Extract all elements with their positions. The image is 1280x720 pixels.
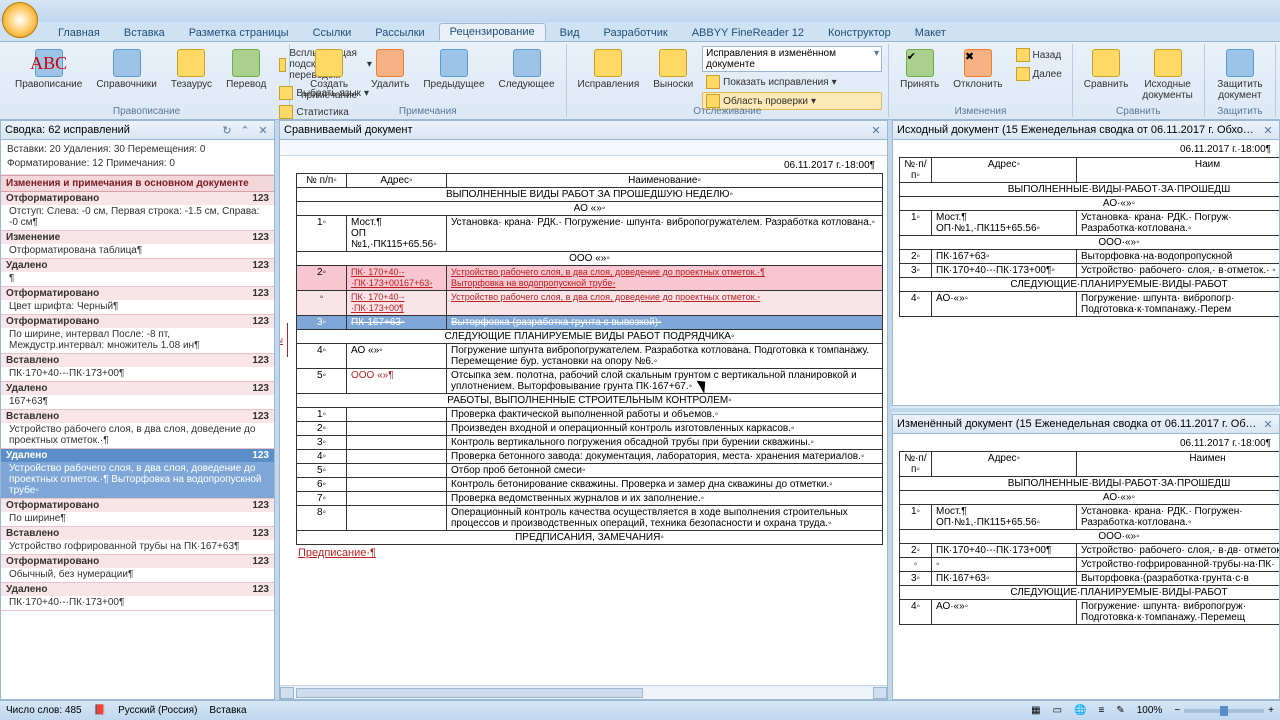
ribbon-tabs: ГлавнаяВставкаРазметка страницыСсылкиРас…: [0, 22, 1280, 42]
revision-item[interactable]: Отформатировано123Отступ: Слева: -0 см, …: [1, 192, 274, 231]
ribbon-tab[interactable]: Рецензирование: [439, 23, 546, 41]
changed-document-pane: Изменённый документ (15 Еженедельная сво…: [892, 414, 1280, 700]
doc-footer-text: Предписание·¶: [296, 545, 883, 561]
compared-doc-table: № п/п◦Адрес◦Наименование◦ ВЫПОЛНЕННЫЕ ВИ…: [296, 173, 883, 545]
protect-doc-button[interactable]: Защитить документ: [1211, 46, 1269, 104]
zoom-percent[interactable]: 100%: [1137, 705, 1163, 716]
ribbon-tab[interactable]: Макет: [905, 25, 956, 41]
close-pane-icon[interactable]: ✕: [256, 123, 270, 137]
references-button[interactable]: Справочники: [91, 46, 162, 93]
zoom-in-icon[interactable]: +: [1268, 705, 1274, 716]
horizontal-ruler[interactable]: [280, 140, 887, 156]
compared-doc-body[interactable]: 06.11.2017 г.·18:00¶ № п/п◦Адрес◦Наимено…: [280, 156, 887, 685]
revision-item[interactable]: Отформатировано123Обычный, без нумерации…: [1, 555, 274, 583]
collapse-icon[interactable]: ⌃: [238, 123, 252, 137]
language-indicator[interactable]: Русский (Россия): [118, 705, 197, 716]
doc-date: 06.11.2017 г.·18:00¶: [899, 436, 1279, 451]
insert-mode[interactable]: Вставка: [209, 705, 246, 716]
compare-button[interactable]: Сравнить: [1079, 46, 1134, 93]
revision-item[interactable]: Вставлено123Устройство рабочего слоя, в …: [1, 410, 274, 449]
revision-item[interactable]: Отформатировано123По ширине, интервал По…: [1, 315, 274, 354]
source-doc-body[interactable]: 06.11.2017 г.·18:00¶ №·п/п◦Адрес◦Наим ВЫ…: [893, 140, 1279, 405]
view-outline-icon[interactable]: ≡: [1099, 705, 1105, 716]
zoom-slider[interactable]: − +: [1174, 705, 1274, 716]
accept-button[interactable]: ✔Принять: [895, 46, 944, 93]
status-bar: Число слов: 485 📕 Русский (Россия) Встав…: [0, 700, 1280, 720]
view-web-icon[interactable]: 🌐: [1074, 705, 1086, 716]
prev-comment-button[interactable]: Предыдущее: [418, 46, 489, 93]
view-draft-icon[interactable]: ✎: [1116, 705, 1124, 716]
horizontal-scrollbar[interactable]: [280, 685, 887, 699]
display-for-review-dropdown[interactable]: Исправления в изменённом документе: [702, 46, 882, 72]
ribbon-tab[interactable]: Вставка: [114, 25, 175, 41]
ribbon-tab[interactable]: Рассылки: [365, 25, 434, 41]
doc-date: 06.11.2017 г.·18:00¶: [296, 158, 883, 173]
show-source-docs-button[interactable]: Исходные документы: [1137, 46, 1198, 104]
ribbon-tab[interactable]: Вид: [550, 25, 590, 41]
group-tracking-label: Отслеживание: [567, 106, 889, 117]
ribbon-tab[interactable]: Ссылки: [303, 25, 362, 41]
revision-item[interactable]: Отформатировано123Цвет шрифта: Черный¶: [1, 287, 274, 315]
revision-item[interactable]: Удалено123Устройство рабочего слоя, в дв…: [1, 449, 274, 499]
revision-item[interactable]: Изменение123Отформатирована таблица¶: [1, 231, 274, 259]
source-document-pane: Исходный документ (15 Еженедельная сводк…: [892, 120, 1280, 406]
revision-item[interactable]: Удалено123ПК·170+40·-·ПК·173+00¶: [1, 583, 274, 611]
compared-document-pane: Сравниваемый документ ✕ 06.11.2017 г.·18…: [279, 120, 888, 700]
close-pane-icon[interactable]: ✕: [869, 123, 883, 137]
reject-button[interactable]: ✖Отклонить: [948, 46, 1007, 93]
summary-section-header: Изменения и примечания в основном докуме…: [1, 175, 274, 192]
close-pane-icon[interactable]: ✕: [1261, 123, 1275, 137]
changed-doc-title: Изменённый документ (15 Еженедельная сво…: [897, 418, 1257, 430]
delete-comment-button[interactable]: Удалить: [366, 46, 414, 93]
revision-item[interactable]: Удалено123¶: [1, 259, 274, 287]
group-protect-label: Защитить: [1205, 106, 1275, 117]
revision-item[interactable]: Вставлено123ПК·170+40·-·ПК·173+00¶: [1, 354, 274, 382]
new-comment-button[interactable]: Создать примечание: [296, 46, 362, 104]
group-proofing-label: Правописание: [4, 106, 289, 117]
prev-change-button[interactable]: Назад: [1012, 46, 1066, 64]
source-doc-title: Исходный документ (15 Еженедельная сводк…: [897, 124, 1257, 136]
thesaurus-button[interactable]: Тезаурус: [166, 46, 217, 93]
ribbon-tab[interactable]: Конструктор: [818, 25, 901, 41]
window-titlebar: [0, 0, 1280, 22]
reviewing-pane: Сводка: 62 исправлений ↻ ⌃ ✕ Вставки: 20…: [0, 120, 275, 700]
view-full-screen-icon[interactable]: ▭: [1053, 705, 1062, 716]
word-count[interactable]: Число слов: 485: [6, 705, 82, 716]
summary-counts: Вставки: 20 Удаления: 30 Перемещения: 0 …: [1, 140, 274, 175]
show-markup-button[interactable]: Показать исправления▾: [702, 73, 882, 91]
office-orb[interactable]: [2, 2, 38, 38]
ribbon: ABCПравописание Справочники Тезаурус Пер…: [0, 42, 1280, 120]
group-compare-label: Сравнить: [1073, 106, 1204, 117]
reviewing-pane-title: Сводка: 62 исправлений: [5, 124, 216, 136]
refresh-icon[interactable]: ↻: [220, 123, 234, 137]
summary-items-list[interactable]: Отформатировано123Отступ: Слева: -0 см, …: [1, 192, 274, 699]
group-changes-label: Изменения: [889, 106, 1072, 117]
revision-balloon[interactable]: → Устройство гофрированной трубы на ПК·1…: [280, 323, 288, 357]
doc-date: 06.11.2017 г.·18:00¶: [899, 142, 1279, 157]
spellcheck-button[interactable]: ABCПравописание: [10, 46, 87, 93]
revision-item[interactable]: Вставлено123Устройство гофрированной тру…: [1, 527, 274, 555]
compared-doc-title: Сравниваемый документ: [284, 124, 865, 136]
revision-item[interactable]: Отформатировано123По ширине¶: [1, 499, 274, 527]
zoom-out-icon[interactable]: −: [1174, 705, 1180, 716]
ribbon-tab[interactable]: Разработчик: [594, 25, 678, 41]
ribbon-tab[interactable]: ABBYY FineReader 12: [682, 25, 814, 41]
close-pane-icon[interactable]: ✕: [1261, 417, 1275, 431]
next-comment-button[interactable]: Следующее: [494, 46, 560, 93]
changed-doc-body[interactable]: 06.11.2017 г.·18:00¶ №·п/п◦Адрес◦Наимен …: [893, 434, 1279, 699]
track-changes-button[interactable]: Исправления: [573, 46, 645, 93]
ribbon-tab[interactable]: Разметка страницы: [179, 25, 299, 41]
ribbon-tab[interactable]: Главная: [48, 25, 110, 41]
next-change-button[interactable]: Далее: [1012, 65, 1066, 83]
workspace: Сводка: 62 исправлений ↻ ⌃ ✕ Вставки: 20…: [0, 120, 1280, 700]
group-comments-label: Примечания: [290, 106, 565, 117]
splitter[interactable]: [892, 408, 1280, 412]
balloons-button[interactable]: Выноски: [648, 46, 698, 93]
revision-item[interactable]: Удалено123167+63¶: [1, 382, 274, 410]
translate-button[interactable]: Перевод: [221, 46, 271, 93]
view-print-layout-icon[interactable]: ▦: [1031, 705, 1040, 716]
